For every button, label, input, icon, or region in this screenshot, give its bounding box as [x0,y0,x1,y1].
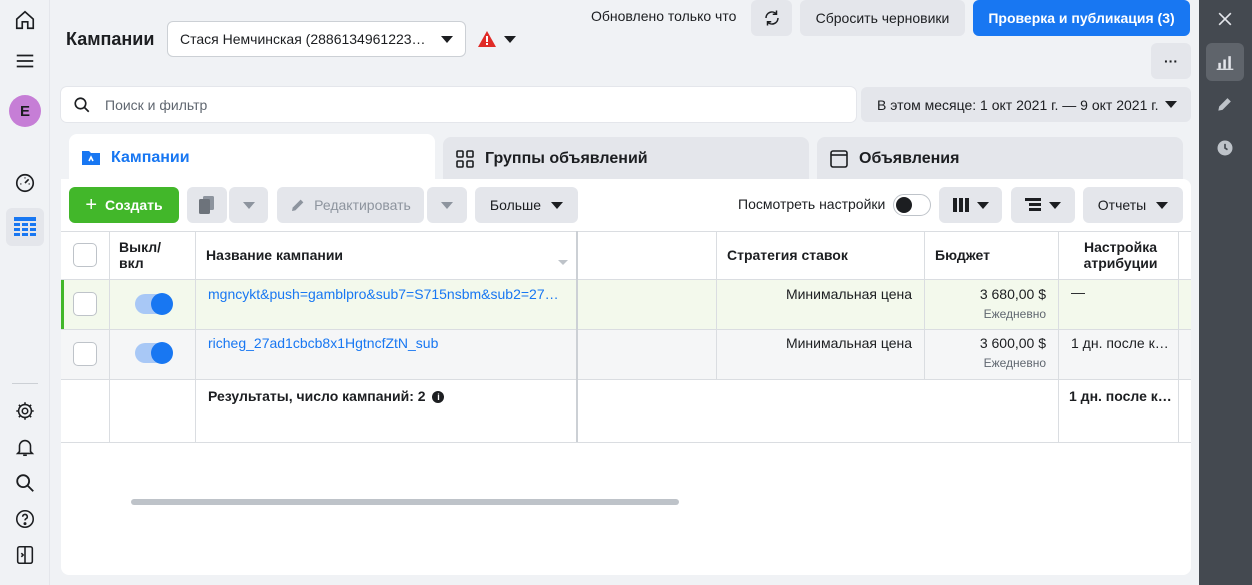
date-range-label: В этом месяце: 1 окт 2021 г. — 9 окт 202… [877,96,1159,113]
refresh-button[interactable] [751,0,792,36]
warning-icon [478,31,496,47]
chart-icon[interactable] [1206,43,1244,81]
duplicate-button[interactable] [187,187,227,223]
tab-label: Группы объявлений [485,150,648,167]
info-icon[interactable]: i [432,391,445,403]
breakdown-button[interactable] [1011,187,1075,223]
nav-divider [12,383,38,384]
panel-toggle-icon[interactable] [12,542,38,568]
plus-icon: + [85,193,98,216]
campaign-toggle[interactable] [135,293,173,315]
grid-icon [456,150,474,168]
review-publish-button[interactable]: Проверка и публикация (3) [973,0,1190,36]
campaign-toggle[interactable] [135,342,173,364]
folder-icon [82,150,100,165]
edit-dropdown-button[interactable] [427,187,467,223]
col-attribution-header[interactable]: Настройка атрибуции [1068,239,1173,271]
row-checkbox[interactable] [73,292,97,316]
chevron-down-icon [504,35,516,43]
budget-value: 3 600,00 $ [979,335,1046,351]
pencil-icon [292,199,304,211]
menu-icon[interactable] [12,48,38,74]
row-selected-marker [61,280,64,329]
refresh-icon [764,10,779,26]
campaigns-panel: + Создать Редактировать Больше Посмотрет… [61,179,1191,575]
duplicate-dropdown-button[interactable] [229,187,268,223]
create-label: Создать [105,197,163,213]
select-all-checkbox[interactable] [73,243,97,267]
attribution-value: 1 дн. после к… [1071,335,1169,351]
chevron-down-icon [242,201,255,209]
chevron-down-icon [1049,201,1061,209]
results-label: Результаты, число кампаний: 2 [208,388,426,404]
tab-ads[interactable]: Объявления [817,137,1183,181]
edit-label: Редактировать [314,197,411,213]
tab-ad-sets[interactable]: Группы объявлений [443,137,809,181]
help-icon[interactable] [12,506,38,532]
chevron-down-icon [976,201,989,209]
home-icon[interactable] [12,7,38,33]
col-onoff-header[interactable]: Выкл/ вкл [119,239,189,271]
more-options-button[interactable]: ··· [1151,43,1191,79]
tab-campaigns[interactable]: Кампании [69,134,435,181]
results-summary: Результаты, число кампаний: 2 i [208,388,445,404]
ad-icon [830,150,848,168]
chevron-down-icon [551,201,564,209]
chevron-down-icon [441,35,453,43]
more-label: Больше [489,197,542,213]
tab-label: Кампании [111,148,190,166]
bell-icon[interactable] [12,434,38,460]
side-panel [1199,0,1252,585]
clock-icon[interactable] [1206,129,1244,167]
reports-button[interactable]: Отчеты [1083,187,1183,223]
close-icon[interactable] [1206,0,1244,38]
date-range-picker[interactable]: В этом месяце: 1 окт 2021 г. — 9 окт 202… [861,87,1191,122]
bid-strategy: Минимальная цена [785,335,912,351]
account-name: Стася Немчинская (2886134961223… [180,31,426,47]
breakdown-icon [1025,198,1041,211]
sort-icon[interactable] [558,252,568,268]
warning-menu[interactable] [478,31,516,47]
budget-value: 3 680,00 $ [979,286,1046,302]
reports-label: Отчеты [1097,197,1147,213]
left-nav: E [0,0,50,585]
budget-period: Ежедневно [983,356,1046,370]
campaign-name-link[interactable]: richeg_27ad1cbcb8x1HgtncfZtN_sub [208,335,438,351]
pencil-icon[interactable] [1206,85,1244,123]
account-selector[interactable]: Стася Немчинская (2886134961223… [167,21,466,57]
page-title: Кампании [66,29,155,49]
col-budget-header[interactable]: Бюджет [935,247,990,263]
avatar[interactable]: E [9,95,41,127]
results-attribution: 1 дн. после к… [1069,388,1172,404]
search-bar[interactable] [61,87,856,122]
columns-button[interactable] [939,187,1002,223]
budget-period: Ежедневно [983,307,1046,321]
col-name-header[interactable]: Название кампании [206,247,343,263]
search-icon[interactable] [12,470,38,496]
campaign-name-link[interactable]: mgncykt&push=gamblpro&sub7=S715nsbm&sub2… [208,286,559,302]
edit-button[interactable]: Редактировать [277,187,424,223]
horizontal-scrollbar[interactable] [131,499,679,505]
search-input[interactable] [105,96,805,113]
col-strategy-header[interactable]: Стратегия ставок [727,247,848,263]
view-settings-label: Посмотреть настройки [738,196,886,212]
discard-drafts-button[interactable]: Сбросить черновики [800,0,965,36]
gear-icon[interactable] [12,398,38,424]
create-button[interactable]: + Создать [69,187,179,223]
tab-label: Объявления [859,150,960,167]
row-checkbox[interactable] [73,342,97,366]
campaigns-table-icon[interactable] [6,208,44,246]
dashboard-icon[interactable] [12,170,38,196]
view-settings-toggle[interactable] [893,194,931,216]
updated-status: Обновлено только что [591,8,737,24]
bid-strategy: Минимальная цена [785,286,912,302]
search-icon [74,96,90,112]
chevron-down-icon [1156,201,1169,209]
more-button[interactable]: Больше [475,187,578,223]
chevron-down-icon [441,201,453,209]
duplicate-icon [199,196,214,214]
attribution-value: — [1071,284,1085,300]
chevron-down-icon [1165,101,1177,108]
columns-icon [952,198,969,212]
